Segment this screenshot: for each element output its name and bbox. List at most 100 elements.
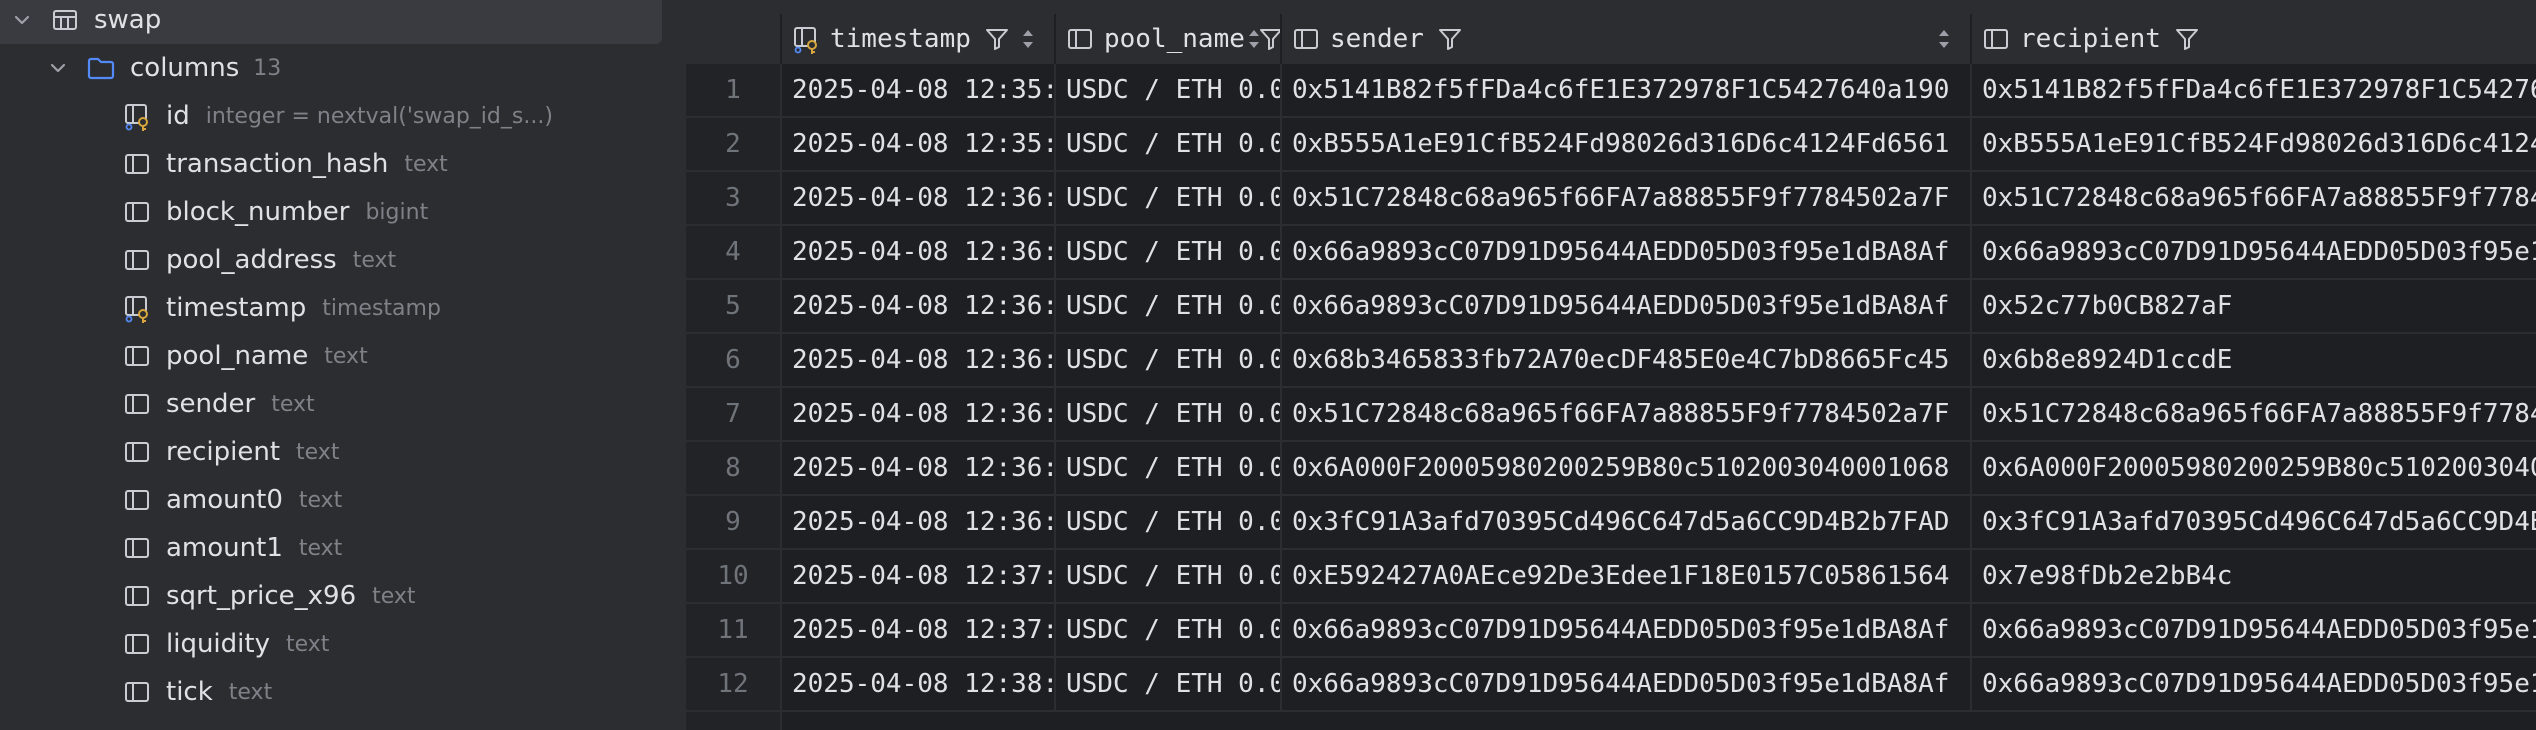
cell-sender[interactable]: 0x51C72848c68a965f66FA7a88855F9f7784502a…	[1282, 388, 1972, 442]
tree-item-column[interactable]: sqrt_price_x96 text	[0, 572, 686, 620]
column-header-recipient[interactable]: recipient	[1972, 14, 2536, 64]
cell-sender[interactable]: 0x6A000F20005980200259B80c51020030400010…	[1282, 442, 1972, 496]
tree-column-type: text	[296, 439, 340, 465]
tree-item-swap-table[interactable]: swap	[0, 0, 662, 44]
tree-table-name: swap	[94, 5, 162, 35]
cell-recipient[interactable]: 0xB555A1eE91CfB524Fd98026d316D6c4124Fd65…	[1972, 118, 2536, 172]
tree-item-column[interactable]: recipient text	[0, 428, 686, 476]
sort-icon[interactable]	[1936, 27, 1952, 51]
cell-recipient[interactable]: 0x51C72848c68a965f66FA7a88855F9f7784502a…	[1972, 172, 2536, 226]
cell-sender[interactable]: 0x5141B82f5fFDa4c6fE1E372978F1C5427640a1…	[1282, 64, 1972, 118]
row-number[interactable]: 7	[686, 388, 782, 442]
tree-item-column[interactable]: liquidity text	[0, 620, 686, 668]
cell-pool_name[interactable]: USDC / ETH 0.05% pool	[1056, 226, 1282, 280]
cell-recipient[interactable]: 0x6b8e8924D1ccdE	[1972, 334, 2536, 388]
cell-pool_name[interactable]: USDC / ETH 0.05% pool	[1056, 172, 1282, 226]
cell-timestamp[interactable]: 2025-04-08 12:35:59.000000	[782, 64, 1056, 118]
cell-recipient[interactable]: 0x7e98fDb2e2bB4c	[1972, 550, 2536, 604]
sort-icon[interactable]	[1246, 27, 1262, 51]
cell-sender[interactable]: 0x51C72848c68a965f66FA7a88855F9f7784502a…	[1282, 172, 1972, 226]
table-icon	[48, 3, 82, 37]
cell-timestamp[interactable]: 2025-04-08 12:35:59.000000	[782, 118, 1056, 172]
row-number[interactable]: 1	[686, 64, 782, 118]
tree-item-column[interactable]: transaction_hash text	[0, 140, 686, 188]
tree-item-column[interactable]: id integer = nextval('swap_id_s...)	[0, 92, 686, 140]
cell-pool_name[interactable]: USDC / ETH 0.05% pool	[1056, 658, 1282, 712]
tree-item-column[interactable]: amount1 text	[0, 524, 686, 572]
row-number[interactable]: 10	[686, 550, 782, 604]
column-header-label: pool_name	[1104, 24, 1245, 54]
cell-recipient[interactable]: 0x66a9893cC07D91D95644AEDD05D03f95e1dBA8…	[1972, 604, 2536, 658]
row-number[interactable]: 6	[686, 334, 782, 388]
cell-timestamp[interactable]: 2025-04-08 12:37:35.000000	[782, 604, 1056, 658]
row-number[interactable]: 2	[686, 118, 782, 172]
cell-sender[interactable]: 0x66a9893cC07D91D95644AEDD05D03f95e1dBA8…	[1282, 280, 1972, 334]
cell-sender[interactable]: 0x66a9893cC07D91D95644AEDD05D03f95e1dBA8…	[1282, 658, 1972, 712]
cell-recipient[interactable]: 0x66a9893cC07D91D95644AEDD05D03f95e1dBA8…	[1972, 226, 2536, 280]
cell-sender[interactable]: 0x3fC91A3afd70395Cd496C647d5a6CC9D4B2b7F…	[1282, 496, 1972, 550]
column-icon	[120, 195, 154, 229]
row-number[interactable]: 3	[686, 172, 782, 226]
row-number[interactable]	[686, 712, 782, 730]
tree-column-type: bigint	[365, 199, 429, 225]
filter-icon[interactable]	[1436, 25, 1464, 53]
cell-sender[interactable]: 0xE592427A0AEce92De3Edee1F18E0157C058615…	[1282, 550, 1972, 604]
column-icon	[120, 387, 154, 421]
tree-item-column[interactable]: tick text	[0, 668, 686, 716]
tree-item-column[interactable]: amount0 text	[0, 476, 686, 524]
cell-pool_name[interactable]: USDC / ETH 0.05% pool	[1056, 442, 1282, 496]
tree-item-columns-folder[interactable]: columns 13	[0, 44, 686, 92]
chevron-down-icon[interactable]	[46, 56, 70, 80]
tree-item-column[interactable]: block_number bigint	[0, 188, 686, 236]
cell-pool_name[interactable]: USDC / ETH 0.05% pool	[1056, 388, 1282, 442]
row-number[interactable]: 11	[686, 604, 782, 658]
cell-timestamp[interactable]: 2025-04-08 12:36:23.000000	[782, 226, 1056, 280]
tree-item-column[interactable]: sender text	[0, 380, 686, 428]
column-icon	[120, 147, 154, 181]
cell-pool_name[interactable]: USDC / ETH 0.05% pool	[1056, 604, 1282, 658]
cell-sender[interactable]: 0x66a9893cC07D91D95644AEDD05D03f95e1dBA8…	[1282, 604, 1972, 658]
tree-column-type: text	[298, 535, 343, 561]
tree-item-column[interactable]: pool_name text	[0, 332, 686, 380]
cell-pool_name[interactable]: USDC / ETH 0.05% pool	[1056, 334, 1282, 388]
cell-recipient[interactable]: 0x6A000F20005980200259B80c51020030400010…	[1972, 442, 2536, 496]
cell-timestamp[interactable]: 2025-04-08 12:36:59.000000	[782, 496, 1056, 550]
tree-item-column[interactable]: pool_address text	[0, 236, 686, 284]
row-number[interactable]: 12	[686, 658, 782, 712]
cell-timestamp[interactable]: 2025-04-08 12:36:11.000000	[782, 172, 1056, 226]
cell-timestamp[interactable]: 2025-04-08 12:36:59.000000	[782, 388, 1056, 442]
column-icon	[120, 339, 154, 373]
cell-recipient[interactable]: 0x52c77b0CB827aF	[1972, 280, 2536, 334]
row-number[interactable]: 8	[686, 442, 782, 496]
cell-recipient[interactable]: 0x66a9893cC07D91D95644AEDD05D03f95e1dBA8…	[1972, 658, 2536, 712]
cell-sender[interactable]: 0x66a9893cC07D91D95644AEDD05D03f95e1dBA8…	[1282, 226, 1972, 280]
filter-icon[interactable]	[2173, 25, 2201, 53]
cell-timestamp[interactable]: 2025-04-08 12:36:47.000000	[782, 280, 1056, 334]
cell-pool_name[interactable]: USDC / ETH 0.05% pool	[1056, 550, 1282, 604]
cell-recipient[interactable]: 0x3fC91A3afd70395Cd496C647d5a6CC9D4B2b7F…	[1972, 496, 2536, 550]
cell-sender[interactable]: 0xB555A1eE91CfB524Fd98026d316D6c4124Fd65…	[1282, 118, 1972, 172]
column-header-timestamp[interactable]: timestamp	[782, 14, 1056, 64]
sort-icon[interactable]	[1020, 27, 1036, 51]
cell-recipient[interactable]: 0x5141B82f5fFDa4c6fE1E372978F1C5427640a1…	[1972, 64, 2536, 118]
tree-item-column[interactable]: timestamp timestamp	[0, 284, 686, 332]
column-header-pool_name[interactable]: pool_name	[1056, 14, 1282, 64]
column-header-sender[interactable]: sender	[1282, 14, 1972, 64]
cell-sender[interactable]: 0x68b3465833fb72A70ecDF485E0e4C7bD8665Fc…	[1282, 334, 1972, 388]
cell-timestamp[interactable]: 2025-04-08 12:36:59.000000	[782, 442, 1056, 496]
filter-icon[interactable]	[983, 25, 1011, 53]
cell-timestamp[interactable]: 2025-04-08 12:37:11.000000	[782, 550, 1056, 604]
row-number[interactable]: 4	[686, 226, 782, 280]
cell-timestamp[interactable]: 2025-04-08 12:36:59.000000	[782, 334, 1056, 388]
column-icon	[1064, 23, 1096, 55]
cell-pool_name[interactable]: USDC / ETH 0.05% pool	[1056, 280, 1282, 334]
cell-timestamp[interactable]: 2025-04-08 12:38:11.000000	[782, 658, 1056, 712]
cell-pool_name[interactable]: USDC / ETH 0.05% pool	[1056, 64, 1282, 118]
cell-pool_name[interactable]: USDC / ETH 0.05% pool	[1056, 496, 1282, 550]
row-number[interactable]: 5	[686, 280, 782, 334]
row-number[interactable]: 9	[686, 496, 782, 550]
tree-column-name: sender	[166, 389, 256, 419]
cell-recipient[interactable]: 0x51C72848c68a965f66FA7a88855F9f7784502a…	[1972, 388, 2536, 442]
chevron-down-icon[interactable]	[10, 8, 34, 32]
cell-pool_name[interactable]: USDC / ETH 0.05% pool	[1056, 118, 1282, 172]
